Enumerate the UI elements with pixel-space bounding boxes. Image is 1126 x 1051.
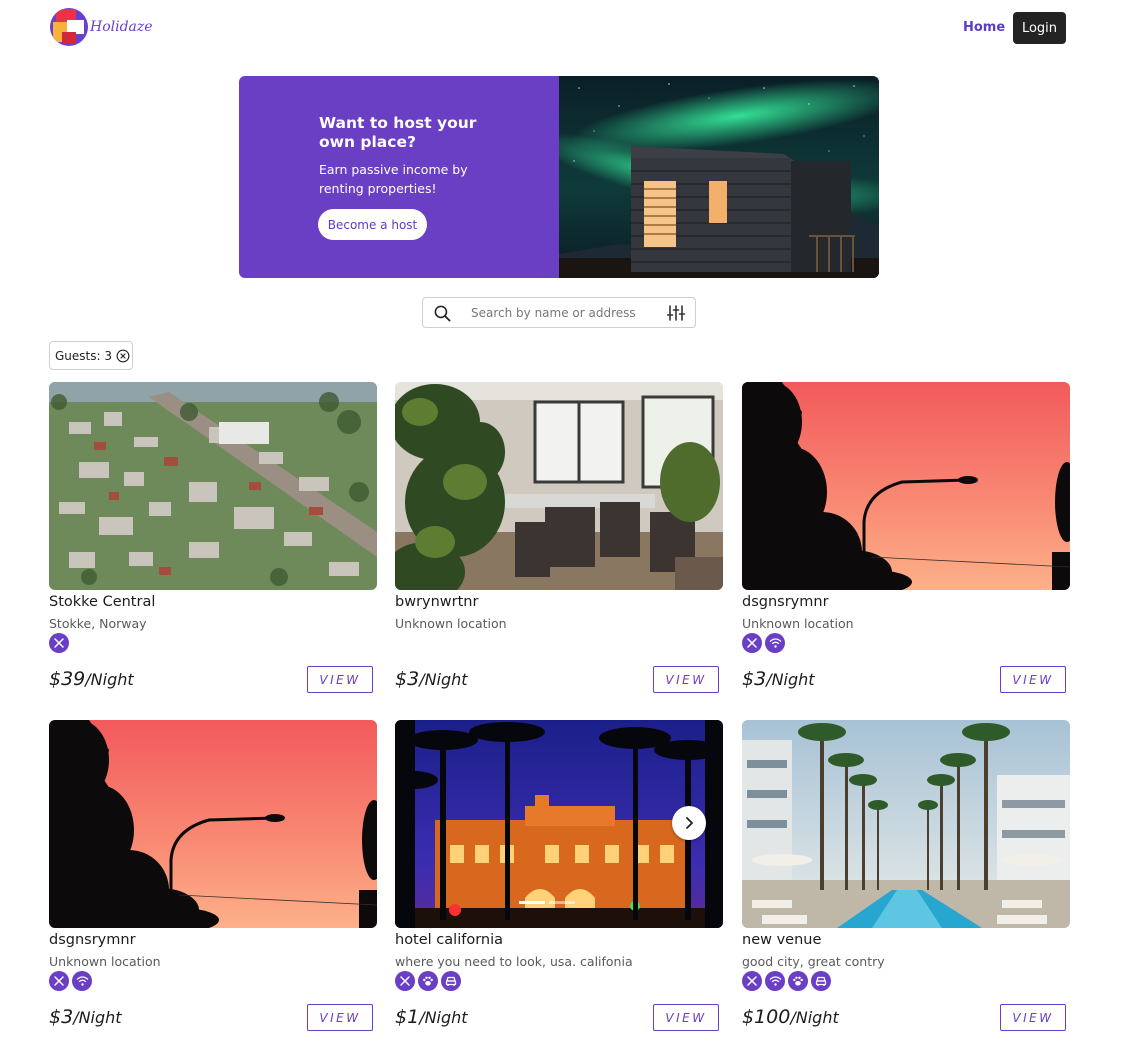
host-banner-title: Want to host your own place?	[319, 114, 477, 151]
logo[interactable]: Holidaze	[50, 8, 153, 46]
listing-card[interactable]: dsgnsrymnr Unknown location $3/Night VIE…	[49, 720, 377, 1040]
search-bar	[422, 297, 696, 328]
listing-card[interactable]: Stokke Central Stokke, Norway $39/Night …	[49, 382, 377, 702]
price-amount: $100	[742, 1006, 791, 1028]
view-listing-button[interactable]: VIEW	[653, 1004, 719, 1031]
wifi-icon	[765, 633, 785, 653]
listing-location: good city, great contry	[742, 954, 885, 969]
search-icon[interactable]	[433, 304, 452, 327]
guests-filter-label: Guests: 3	[55, 348, 112, 363]
parking-icon	[441, 971, 461, 991]
price-unit: /Night	[766, 670, 815, 689]
listing-location: where you need to look, usa. califonia	[395, 954, 633, 969]
amenity-list	[742, 633, 785, 653]
become-host-button[interactable]: Become a host	[318, 209, 427, 240]
listing-price: $100/Night	[742, 1006, 839, 1028]
listing-image[interactable]	[49, 720, 377, 928]
price-unit: /Night	[419, 670, 468, 689]
listing-image[interactable]	[49, 382, 377, 590]
listing-card[interactable]: hotel california where you need to look,…	[395, 720, 723, 1040]
wifi-icon	[765, 971, 785, 991]
view-listing-button[interactable]: VIEW	[307, 1004, 373, 1031]
food-icon	[742, 633, 762, 653]
price-unit: /Night	[419, 1008, 468, 1027]
listing-image[interactable]	[742, 382, 1070, 590]
view-listing-button[interactable]: VIEW	[1000, 666, 1066, 693]
host-banner-image	[559, 76, 879, 278]
food-icon	[742, 971, 762, 991]
logo-mark-icon	[50, 8, 88, 46]
food-icon	[49, 971, 69, 991]
listing-card[interactable]: dsgnsrymnr Unknown location $3/Night VIE…	[742, 382, 1070, 702]
amenity-list	[395, 971, 461, 991]
listing-location: Unknown location	[49, 954, 161, 969]
price-amount: $1	[395, 1006, 420, 1028]
listing-title: bwrynwrtnr	[395, 594, 479, 610]
listing-price: $1/Night	[395, 1006, 468, 1028]
listing-title: dsgnsrymnr	[49, 932, 136, 948]
price-amount: $3	[742, 668, 767, 690]
amenity-list	[742, 971, 831, 991]
listing-location: Unknown location	[395, 616, 507, 631]
host-banner: Want to host your own place? Earn passiv…	[239, 76, 879, 278]
price-unit: /Night	[73, 1008, 122, 1027]
price-amount: $3	[49, 1006, 74, 1028]
listing-image[interactable]	[395, 382, 723, 590]
amenity-list	[49, 971, 92, 991]
view-listing-button[interactable]: VIEW	[307, 666, 373, 693]
price-unit: /Night	[790, 1008, 839, 1027]
amenity-list	[49, 633, 69, 653]
pets-icon	[788, 971, 808, 991]
header: Holidaze Home Login	[0, 0, 1126, 58]
brand-name: Holidaze	[90, 19, 153, 35]
remove-filter-icon[interactable]	[116, 349, 130, 363]
host-banner-subtitle: Earn passive income by renting propertie…	[319, 162, 468, 196]
pets-icon	[418, 971, 438, 991]
price-unit: /Night	[85, 670, 134, 689]
listing-title: new venue	[742, 932, 822, 948]
listing-title: Stokke Central	[49, 594, 156, 610]
listing-price: $39/Night	[49, 668, 134, 690]
listing-card[interactable]: bwrynwrtnr Unknown location $3/Night VIE…	[395, 382, 723, 702]
listing-image[interactable]	[742, 720, 1070, 928]
wifi-icon	[72, 971, 92, 991]
view-listing-button[interactable]: VIEW	[653, 666, 719, 693]
listing-location: Unknown location	[742, 616, 854, 631]
view-listing-button[interactable]: VIEW	[1000, 1004, 1066, 1031]
listing-title: dsgnsrymnr	[742, 594, 829, 610]
login-button[interactable]: Login	[1013, 12, 1066, 44]
filter-sliders-icon[interactable]	[666, 305, 686, 325]
nav-home-link[interactable]: Home	[963, 20, 1005, 35]
listing-image[interactable]	[395, 720, 723, 928]
host-banner-text-panel: Want to host your own place? Earn passiv…	[239, 76, 559, 278]
food-icon	[49, 633, 69, 653]
food-icon	[395, 971, 415, 991]
listing-title: hotel california	[395, 932, 504, 948]
listing-location: Stokke, Norway	[49, 616, 147, 631]
listing-price: $3/Night	[395, 668, 468, 690]
price-amount: $39	[49, 668, 86, 690]
carousel-next-button[interactable]	[672, 806, 706, 840]
guests-filter-chip[interactable]: Guests: 3	[49, 341, 133, 370]
parking-icon	[811, 971, 831, 991]
listing-price: $3/Night	[49, 1006, 122, 1028]
listing-price: $3/Night	[742, 668, 815, 690]
listing-card[interactable]: new venue good city, great contry $100/N…	[742, 720, 1070, 1040]
price-amount: $3	[395, 668, 420, 690]
search-input[interactable]	[471, 303, 651, 323]
